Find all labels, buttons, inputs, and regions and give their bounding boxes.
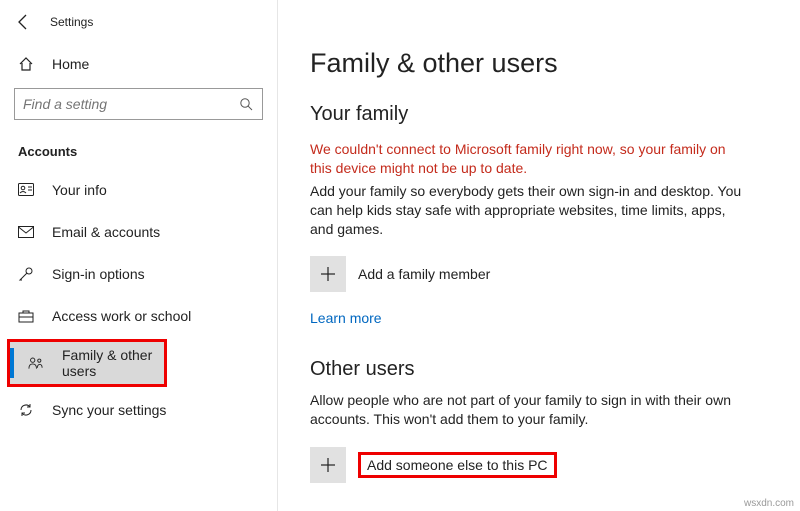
briefcase-icon — [18, 309, 34, 323]
person-card-icon — [18, 183, 34, 197]
people-icon — [28, 356, 44, 370]
sidebar-item-label: Family & other users — [62, 347, 164, 379]
add-family-member-row[interactable]: Add a family member — [310, 256, 780, 292]
plus-icon — [319, 265, 337, 283]
page-title: Family & other users — [310, 0, 780, 79]
home-nav[interactable]: Home — [0, 44, 277, 84]
key-icon — [18, 266, 34, 282]
other-users-heading: Other users — [310, 358, 780, 381]
sidebar-item-label: Your info — [52, 182, 107, 198]
your-family-heading: Your family — [310, 103, 780, 126]
search-container — [14, 88, 263, 120]
window-title: Settings — [50, 15, 93, 29]
back-button[interactable] — [14, 13, 32, 31]
add-family-member-label: Add a family member — [358, 266, 490, 282]
mail-icon — [18, 226, 34, 238]
add-family-member-button[interactable] — [310, 256, 346, 292]
plus-icon — [319, 456, 337, 474]
watermark: wsxdn.com — [744, 498, 794, 509]
family-description: Add your family so everybody gets their … — [310, 182, 750, 239]
sidebar-item-label: Sync your settings — [52, 402, 166, 418]
sidebar-section-label: Accounts — [0, 120, 277, 169]
sync-icon — [18, 402, 34, 418]
sidebar-item-label: Sign-in options — [52, 266, 145, 282]
learn-more-link[interactable]: Learn more — [310, 310, 382, 326]
other-users-description: Allow people who are not part of your fa… — [310, 391, 750, 429]
home-icon — [18, 56, 34, 72]
sidebar-item-access-work-school[interactable]: Access work or school — [0, 295, 277, 337]
add-other-user-button[interactable] — [310, 447, 346, 483]
search-field[interactable] — [14, 88, 263, 120]
sidebar: Settings Home Accounts Your info Email &… — [0, 0, 278, 511]
search-input[interactable] — [15, 96, 230, 112]
add-other-user-row[interactable]: Add someone else to this PC — [310, 447, 780, 483]
sidebar-item-your-info[interactable]: Your info — [0, 169, 277, 211]
search-icon — [230, 97, 262, 112]
sidebar-item-email-accounts[interactable]: Email & accounts — [0, 211, 277, 253]
content-pane: Family & other users Your family We coul… — [310, 0, 780, 511]
family-error-text: We couldn't connect to Microsoft family … — [310, 140, 750, 178]
sidebar-item-family-other-users[interactable]: Family & other users — [10, 342, 164, 384]
home-label: Home — [52, 56, 89, 72]
sidebar-item-sync-settings[interactable]: Sync your settings — [0, 389, 277, 431]
sidebar-item-label: Access work or school — [52, 308, 191, 324]
add-other-user-label: Add someone else to this PC — [358, 452, 557, 478]
sidebar-item-signin-options[interactable]: Sign-in options — [0, 253, 277, 295]
sidebar-item-label: Email & accounts — [52, 224, 160, 240]
titlebar: Settings — [0, 0, 277, 44]
highlight-annotation: Family & other users — [7, 339, 167, 387]
